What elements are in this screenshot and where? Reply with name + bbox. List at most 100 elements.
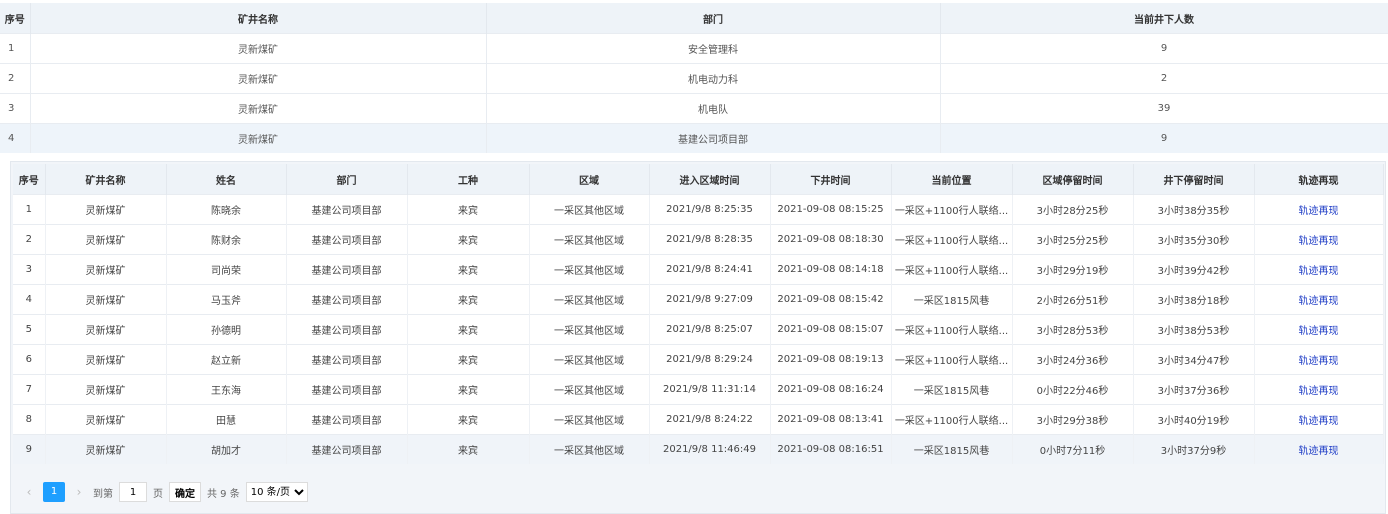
detail-cell-track: 轨迹再现 [1254,434,1384,464]
page-1-button[interactable]: 1 [43,482,65,502]
detail-cell-name: 田慧 [166,404,287,435]
prev-page-button[interactable]: ‹ [21,485,37,499]
track-replay-link[interactable]: 轨迹再现 [1299,386,1339,397]
detail-cell-area-stay: 3小时24分36秒 [1012,344,1134,375]
detail-cell-enter-time: 2021/9/8 8:24:22 [649,404,771,435]
next-page-button[interactable]: › [71,485,87,499]
detail-cell-enter-time: 2021/9/8 8:25:35 [649,194,771,225]
confirm-button[interactable]: 确定 [169,482,201,502]
detail-cell-down-time: 2021-09-08 08:18:30 [770,224,892,255]
detail-cell-mine-stay: 3小时34分47秒 [1133,344,1255,375]
detail-row: 4 灵新煤矿 马玉斧 基建公司项目部 来宾 一采区其他区域 2021/9/8 9:27:09… [13,284,1384,315]
detail-cell-location: 一采区+1100行人联络... [891,404,1013,435]
detail-row: 7 灵新煤矿 王东海 基建公司项目部 来宾 一采区其他区域 2021/9/8 11:31:1… [13,374,1384,405]
detail-row: 6 灵新煤矿 赵立新 基建公司项目部 来宾 一采区其他区域 2021/9/8 8:29:24… [13,344,1384,375]
detail-cell-dept: 基建公司项目部 [286,314,408,345]
detail-cell-area: 一采区其他区域 [529,314,650,345]
summary-cell-mine: 灵新煤矿 [30,63,487,94]
detail-cell-name: 司尚荣 [166,254,287,285]
detail-cell-area: 一采区其他区域 [529,434,650,464]
detail-cell-down-time: 2021-09-08 08:15:07 [770,314,892,345]
detail-cell-mine: 灵新煤矿 [45,404,167,435]
detail-cell-enter-time: 2021/9/8 11:31:14 [649,374,771,405]
summary-cell-dept: 机电动力科 [486,63,941,94]
summary-table-header: 序号 矿井名称 部门 当前井下人数 [0,3,1388,34]
detail-cell-job: 来宾 [407,344,530,375]
detail-cell-enter-time: 2021/9/8 8:28:35 [649,224,771,255]
detail-cell-location: 一采区+1100行人联络... [891,254,1013,285]
summary-cell-count: 9 [940,123,1388,153]
summary-cell-mine: 灵新煤矿 [30,123,487,153]
detail-cell-dept: 基建公司项目部 [286,194,408,225]
detail-cell-down-time: 2021-09-08 08:16:51 [770,434,892,464]
detail-cell-job: 来宾 [407,314,530,345]
detail-cell-name: 孙德明 [166,314,287,345]
summary-cell-count: 9 [940,33,1388,64]
detail-cell-area-stay: 2小时26分51秒 [1012,284,1134,315]
detail-cell-index: 5 [13,314,46,345]
detail-cell-mine: 灵新煤矿 [45,314,167,345]
detail-cell-dept: 基建公司项目部 [286,254,408,285]
detail-cell-mine-stay: 3小时38分35秒 [1133,194,1255,225]
summary-cell-dept: 安全管理科 [486,33,941,64]
track-replay-link[interactable]: 轨迹再现 [1299,326,1339,337]
detail-cell-name: 马玉斧 [166,284,287,315]
detail-cell-area: 一采区其他区域 [529,194,650,225]
track-replay-link[interactable]: 轨迹再现 [1299,296,1339,307]
track-replay-link[interactable]: 轨迹再现 [1299,266,1339,277]
detail-cell-area: 一采区其他区域 [529,374,650,405]
page-size-select[interactable]: 10 条/页 [245,482,308,502]
detail-cell-track: 轨迹再现 [1254,224,1384,255]
summary-cell-dept: 基建公司项目部 [486,123,941,153]
detail-cell-mine-stay: 3小时37分9秒 [1133,434,1255,464]
detail-cell-index: 1 [13,194,46,225]
detail-cell-track: 轨迹再现 [1254,314,1384,345]
detail-table: 序号 矿井名称 姓名 部门 工种 区域 进入区域时间 下井时间 当前位置 区域停留时间 井下停留时间… [13,164,1384,464]
detail-cell-location: 一采区+1100行人联络... [891,314,1013,345]
track-replay-link[interactable]: 轨迹再现 [1299,416,1339,427]
detail-cell-location: 一采区+1100行人联络... [891,194,1013,225]
goto-page-input[interactable] [119,482,147,502]
summary-col-index: 序号 [0,3,31,34]
detail-col-enter-time: 进入区域时间 [649,164,771,195]
track-replay-link[interactable]: 轨迹再现 [1299,356,1339,367]
detail-col-name: 姓名 [166,164,287,195]
detail-cell-mine: 灵新煤矿 [45,284,167,315]
detail-cell-name: 胡加才 [166,434,287,464]
detail-cell-down-time: 2021-09-08 08:19:13 [770,344,892,375]
summary-row: 3 灵新煤矿 机电队 39 [0,93,1388,124]
detail-cell-mine-stay: 3小时39分42秒 [1133,254,1255,285]
detail-cell-area: 一采区其他区域 [529,224,650,255]
detail-cell-job: 来宾 [407,434,530,464]
detail-cell-enter-time: 2021/9/8 9:27:09 [649,284,771,315]
detail-cell-job: 来宾 [407,404,530,435]
detail-cell-index: 9 [13,434,46,464]
detail-cell-job: 来宾 [407,224,530,255]
detail-col-location: 当前位置 [891,164,1013,195]
detail-cell-area: 一采区其他区域 [529,254,650,285]
detail-cell-area-stay: 0小时7分11秒 [1012,434,1134,464]
detail-cell-area-stay: 3小时29分19秒 [1012,254,1134,285]
detail-row: 5 灵新煤矿 孙德明 基建公司项目部 来宾 一采区其他区域 2021/9/8 8:25:07… [13,314,1384,345]
detail-col-track: 轨迹再现 [1254,164,1384,195]
detail-cell-mine-stay: 3小时38分53秒 [1133,314,1255,345]
track-replay-link[interactable]: 轨迹再现 [1299,446,1339,457]
pagination: ‹ 1 › 到第 页 确定 共 9 条 10 条/页 [21,478,308,506]
detail-cell-dept: 基建公司项目部 [286,374,408,405]
detail-cell-enter-time: 2021/9/8 8:29:24 [649,344,771,375]
detail-table-body: 1 灵新煤矿 陈晓余 基建公司项目部 来宾 一采区其他区域 2021/9/8 8:25:35… [13,194,1384,464]
summary-cell-index: 2 [0,63,31,94]
detail-cell-dept: 基建公司项目部 [286,344,408,375]
detail-cell-down-time: 2021-09-08 08:14:18 [770,254,892,285]
track-replay-link[interactable]: 轨迹再现 [1299,236,1339,247]
detail-cell-location: 一采区+1100行人联络... [891,344,1013,375]
detail-cell-dept: 基建公司项目部 [286,284,408,315]
detail-cell-enter-time: 2021/9/8 8:25:07 [649,314,771,345]
detail-row: 3 灵新煤矿 司尚荣 基建公司项目部 来宾 一采区其他区域 2021/9/8 8:24:41… [13,254,1384,285]
summary-col-dept: 部门 [486,3,941,34]
summary-cell-count: 2 [940,63,1388,94]
track-replay-link[interactable]: 轨迹再现 [1299,206,1339,217]
detail-cell-enter-time: 2021/9/8 11:46:49 [649,434,771,464]
detail-cell-down-time: 2021-09-08 08:15:42 [770,284,892,315]
detail-cell-area-stay: 3小时29分38秒 [1012,404,1134,435]
